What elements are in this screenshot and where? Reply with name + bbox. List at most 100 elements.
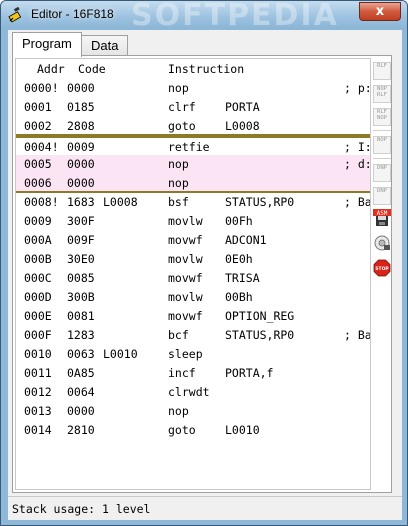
listing-row[interactable]: 0008! 1683 L0008 bsf STATUS,RP0 ; Ba: [16, 193, 370, 212]
row-mnemonic: clrwdt: [168, 385, 210, 399]
listing-row[interactable]: 000D 300B movlw 00Bh: [16, 288, 370, 307]
toolbar-separator: [373, 130, 391, 131]
row-mnemonic: nop: [168, 176, 189, 190]
row-addr: 0011: [24, 366, 52, 380]
row-code: 0185: [67, 100, 95, 114]
row-addr: 000E: [24, 309, 52, 323]
stop-icon: STOP: [373, 259, 391, 277]
row-addr: 0008!: [24, 195, 59, 209]
listing-row[interactable]: 000A 009F movwf ADCON1: [16, 231, 370, 250]
row-addr: 000D: [24, 290, 52, 304]
row-mnemonic: movwf: [168, 233, 203, 247]
row-operand: STATUS,RP0: [225, 328, 295, 342]
row-operand: 00Fh: [225, 214, 253, 228]
listing-row[interactable]: 000F 1283 bcf STATUS,RP0 ; Ba: [16, 326, 370, 345]
listing-row[interactable]: 0012 0064 clrwdt: [16, 383, 370, 402]
listing-header: Addr Code Instruction: [16, 59, 370, 79]
app-icon: [8, 7, 22, 23]
program-panel: Addr Code Instruction 0000! 0000 nop; p: 00…: [12, 55, 392, 493]
title-bar[interactable]: Editor - 16F818 SOFTPEDIA x: [1, 0, 407, 33]
row-addr: 000B: [24, 252, 52, 266]
row-mnemonic: bsf: [168, 195, 189, 209]
row-mnemonic: goto: [168, 119, 196, 133]
listing-row[interactable]: 0010 0063 L0010 sleep: [16, 345, 370, 364]
row-operand: PORTA,f: [225, 366, 274, 380]
listing-row[interactable]: 0002 2808 goto L0008: [16, 117, 370, 136]
row-addr: 0006: [24, 176, 52, 190]
status-separator: [8, 496, 402, 497]
row-operand: STATUS,RP0: [225, 195, 295, 209]
nop-button[interactable]: NOP: [373, 136, 391, 154]
row-code: 0000: [67, 404, 95, 418]
listing-row[interactable]: 0006 0000 nop: [16, 174, 370, 193]
rlf-button[interactable]: RLF: [373, 62, 391, 80]
status-bar: Stack usage: 1 level: [12, 502, 151, 516]
listing-rows: 0000! 0000 nop ; p: 0001 0185 clrf PORTA 0002 280…: [16, 79, 370, 440]
row-addr: 000C: [24, 271, 52, 285]
listing-row[interactable]: 0000! 0000 nop ; p:: [16, 79, 370, 98]
tab-program[interactable]: Program: [12, 32, 82, 57]
row-addr: 0000!: [24, 81, 59, 95]
row-code: 2810: [67, 423, 95, 437]
row-addr: 0014: [24, 423, 52, 437]
row-mnemonic: sleep: [168, 347, 203, 361]
row-code: 0000: [67, 157, 95, 171]
row-addr: 0005: [24, 157, 52, 171]
settings-disk-button[interactable]: [373, 234, 391, 252]
row-mnemonic: goto: [168, 423, 196, 437]
listing-row[interactable]: 0001 0185 clrf PORTA: [16, 98, 370, 117]
row-label: L0008: [103, 195, 138, 209]
close-button[interactable]: x: [359, 2, 401, 21]
listing-row[interactable]: 000C 0085 movwf TRISA: [16, 269, 370, 288]
asm-save-icon: ASM: [373, 209, 391, 226]
listing-row[interactable]: 000B 30E0 movlw 0E0h: [16, 250, 370, 269]
row-mnemonic: nop: [168, 81, 189, 95]
listing-row[interactable]: 0009 300F movlw 00Fh: [16, 212, 370, 231]
stop-button[interactable]: STOP: [373, 259, 391, 277]
row-addr: 0013: [24, 404, 52, 418]
editor-client-area: Program Data Addr Code Instruction 0000!…: [8, 30, 402, 520]
row-mnemonic: movlw: [168, 290, 203, 304]
tab-data[interactable]: Data: [81, 35, 129, 56]
header-addr: Addr: [37, 62, 65, 76]
row-addr: 0001: [24, 100, 52, 114]
row-addr: 000F: [24, 328, 52, 342]
row-code: 009F: [67, 233, 95, 247]
listing-row[interactable]: 0005 0000 nop ; d:: [16, 155, 370, 174]
nop-rlf-icon: NOP RLF: [377, 86, 387, 98]
rlf-nop-button[interactable]: RLF NOP: [373, 108, 391, 126]
row-operand: PORTA: [225, 100, 260, 114]
nop-rlf-button[interactable]: NOP RLF: [373, 85, 391, 103]
asm-label: ASM: [377, 210, 388, 217]
row-addr: 000A: [24, 233, 52, 247]
row-operand: 0E0h: [225, 252, 253, 266]
row-comment: ; p:: [344, 81, 371, 95]
header-instruction: Instruction: [168, 62, 245, 76]
toolbar-separator: [373, 158, 391, 159]
listing-row[interactable]: 0004! 0009 retfie; I:: [16, 136, 370, 155]
row-code: 0000: [67, 176, 95, 190]
listing-row[interactable]: 000E 0081 movwf OPTION_REG: [16, 307, 370, 326]
row-comment: ; d:: [344, 157, 371, 171]
row-code: 0000: [67, 81, 95, 95]
program-listing[interactable]: Addr Code Instruction 0000! 0000 nop; p: 00…: [15, 58, 371, 490]
listing-row[interactable]: 0013 0000 nop: [16, 402, 370, 421]
row-code: 0A85: [67, 366, 95, 380]
asm-save-button[interactable]: ASM: [373, 209, 391, 227]
stop-label: STOP: [375, 266, 389, 272]
row-code: 300B: [67, 290, 95, 304]
row-code: 1683: [67, 195, 95, 209]
row-mnemonic: movlw: [168, 214, 203, 228]
listing-row[interactable]: 0014 2810 goto L0010: [16, 421, 370, 440]
row-mnemonic: incf: [168, 366, 196, 380]
row-addr: 0002: [24, 119, 52, 133]
dnp-button[interactable]: DNP: [373, 164, 391, 182]
listing-row[interactable]: 0011 0A85 incf PORTA,f: [16, 364, 370, 383]
header-code: Code: [78, 62, 106, 76]
dnp-nop-button[interactable]: DNP: [373, 187, 391, 205]
row-code: 0085: [67, 271, 95, 285]
row-mnemonic: movwf: [168, 271, 203, 285]
row-code: 2808: [67, 119, 95, 133]
row-label: L0010: [103, 347, 138, 361]
rlf-nop-icon: RLF NOP: [377, 109, 387, 121]
